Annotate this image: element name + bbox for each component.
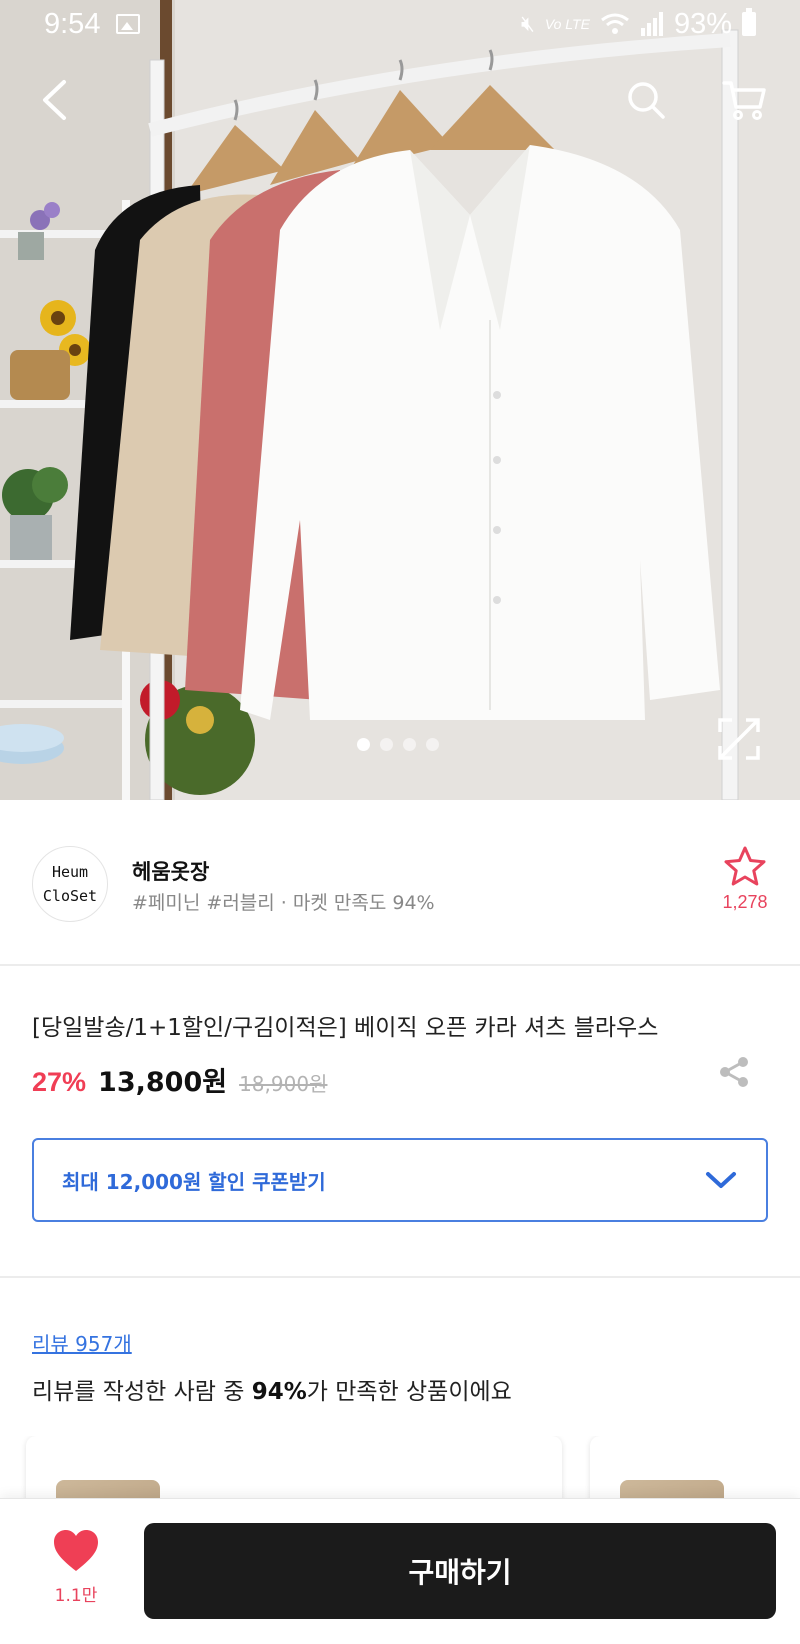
- status-bar: 9:54 🔇︎ Vo LTE 93%: [0, 0, 800, 48]
- buy-button[interactable]: 구매하기: [144, 1523, 776, 1619]
- discount-rate: 27%: [32, 1067, 87, 1097]
- battery-percent: 93%: [673, 7, 732, 40]
- seller-tags: #페미닌 #러블리 · 마켓 만족도 94%: [132, 892, 435, 914]
- review-summary: 리뷰를 작성한 사람 중 94%가 만족한 상품이에요: [32, 1372, 512, 1406]
- seller-name[interactable]: 헤움옷장: [132, 856, 209, 886]
- heart-icon: [54, 1530, 98, 1571]
- bottom-action-bar: 1.1만 구매하기: [0, 1498, 800, 1644]
- cart-button[interactable]: [714, 70, 774, 130]
- seller-logo[interactable]: Heum CloSet: [32, 846, 108, 922]
- original-price: 18,900원: [239, 1072, 328, 1096]
- battery-icon: [742, 8, 756, 36]
- back-button[interactable]: [24, 70, 84, 130]
- review-summary-prefix: 리뷰를 작성한 사람 중: [32, 1379, 252, 1405]
- sale-price: 13,800원: [98, 1067, 228, 1098]
- gallery-notification-icon: [116, 14, 141, 34]
- pager-dot-2[interactable]: [380, 738, 393, 751]
- product-image-carousel[interactable]: 9:54 🔇︎ Vo LTE 93%: [0, 0, 800, 800]
- status-time: 9:54: [44, 7, 101, 40]
- fullscreen-icon: [718, 718, 760, 760]
- mute-icon: 🔇︎: [520, 11, 535, 36]
- signal-icon: [640, 12, 663, 36]
- review-section: 리뷰 957개 리뷰를 작성한 사람 중 94%가 만족한 상품이에요: [0, 1280, 800, 1516]
- top-navigation: [0, 70, 800, 130]
- search-icon: [628, 82, 665, 119]
- review-summary-suffix: 가 만족한 상품이에요: [306, 1379, 512, 1405]
- carousel-pager: [357, 738, 439, 751]
- chevron-down-icon: [706, 1172, 736, 1188]
- search-button[interactable]: [616, 70, 676, 130]
- review-satisfaction-rate: 94%: [251, 1379, 307, 1405]
- favorite-count: 1,278: [722, 892, 768, 912]
- pager-dot-1[interactable]: [357, 738, 370, 751]
- fullscreen-button[interactable]: [716, 716, 762, 762]
- star-icon: [724, 846, 766, 886]
- coupon-label: 최대 12,000원 할인 쿠폰받기: [62, 1169, 326, 1194]
- pager-dot-4[interactable]: [426, 738, 439, 751]
- wifi-icon: [601, 13, 629, 34]
- pager-dot-3[interactable]: [403, 738, 416, 751]
- product-info-section: [당일발송/1+1할인/구김이적은] 베이직 오픈 카라 셔츠 블라우스 27%…: [0, 968, 800, 1278]
- price-row: 27% 13,800원 18,900원: [32, 1060, 327, 1099]
- product-title: [당일발송/1+1할인/구김이적은] 베이직 오픈 카라 셔츠 블라우스: [32, 1015, 659, 1041]
- network-label: Vo LTE: [544, 16, 590, 32]
- share-button[interactable]: [716, 1054, 756, 1094]
- share-icon: [720, 1057, 748, 1087]
- coupon-download-button[interactable]: 최대 12,000원 할인 쿠폰받기: [32, 1138, 768, 1222]
- status-indicators: 🔇︎ Vo LTE 93%: [521, 8, 756, 41]
- seller-logo-line1: Heum: [51, 863, 89, 881]
- back-arrow-icon: [43, 80, 66, 120]
- cart-icon: [722, 81, 766, 120]
- favorite-store-button[interactable]: 1,278: [720, 846, 770, 913]
- review-count-link[interactable]: 리뷰 957개: [32, 1328, 132, 1357]
- like-button[interactable]: 1.1만: [38, 1529, 114, 1606]
- seller-logo-line2: CloSet: [42, 887, 98, 905]
- seller-section[interactable]: Heum CloSet 헤움옷장 #페미닌 #러블리 · 마켓 만족도 94% …: [0, 800, 800, 966]
- like-count: 1.1만: [54, 1586, 98, 1606]
